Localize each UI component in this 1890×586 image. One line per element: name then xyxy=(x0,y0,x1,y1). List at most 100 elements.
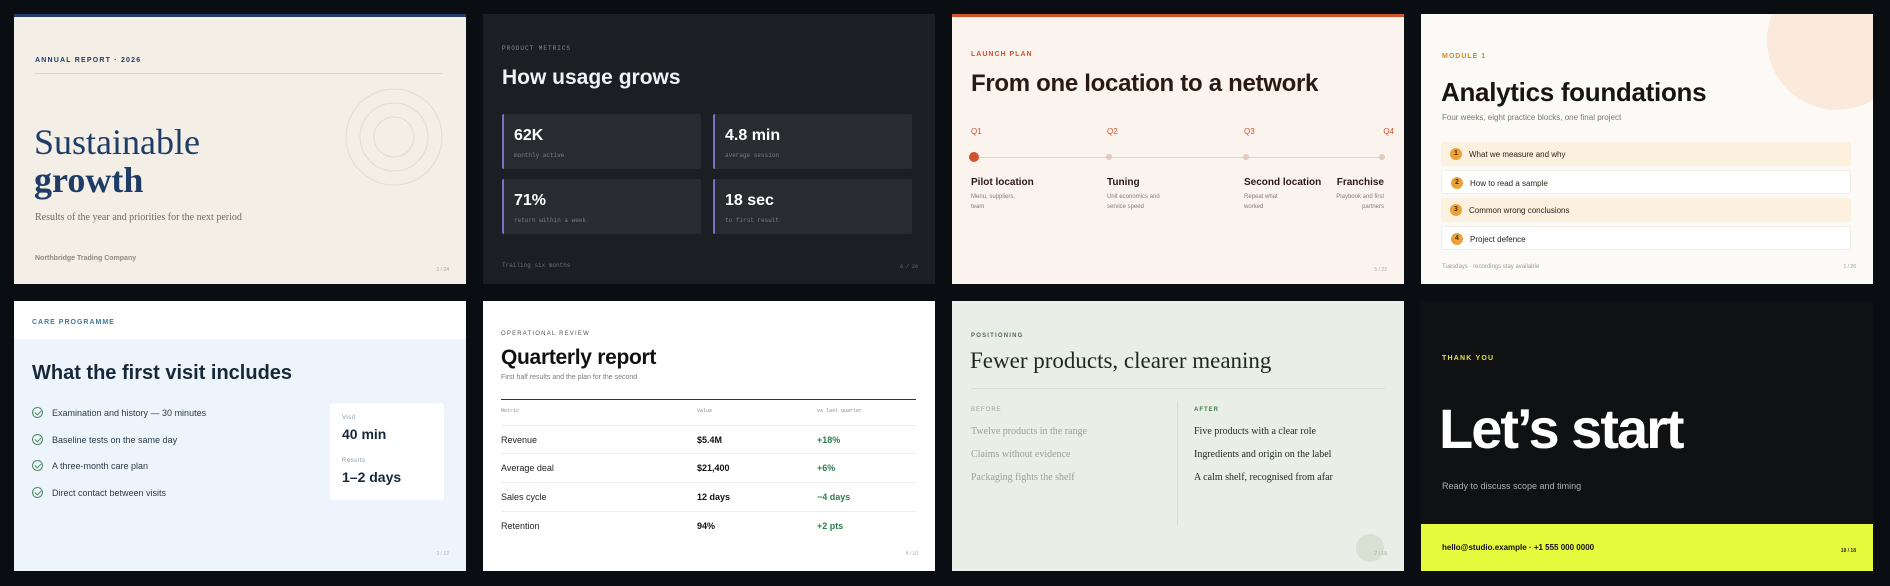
table-cell: +18% xyxy=(817,435,841,445)
table-cell: +2 pts xyxy=(817,521,844,531)
slide-eyebrow: POSITIONING xyxy=(971,333,1024,339)
page-number: 1 / 20 xyxy=(1843,264,1856,270)
page-number: 4 / 16 xyxy=(905,551,918,557)
slide-title-line2: growth xyxy=(34,160,144,200)
table-cell: −4 days xyxy=(817,492,851,502)
check-icon xyxy=(32,487,43,498)
table-cell: Sales cycle xyxy=(501,492,547,502)
table-cell: $21,400 xyxy=(697,463,730,473)
slide-product-metrics[interactable]: PRODUCT METRICS How usage grows 62K mont… xyxy=(483,14,935,284)
before-item: Packaging fights the shelf xyxy=(971,472,1075,483)
step-desc: Menu, suppliers, xyxy=(971,194,1016,200)
metric-card: 18 sec to first result xyxy=(713,179,912,234)
slide-positioning[interactable]: POSITIONING Fewer products, clearer mean… xyxy=(952,301,1404,571)
metric-value: 18 sec xyxy=(725,192,774,209)
table-header: Value xyxy=(697,408,713,414)
slide-care-programme[interactable]: CARE PROGRAMME What the first visit incl… xyxy=(14,301,466,571)
page-number: 1 / 24 xyxy=(436,267,449,273)
quarter-label: Q4 xyxy=(1383,127,1394,136)
module-item[interactable]: 2 How to read a sample xyxy=(1441,170,1851,194)
circle-decoration xyxy=(1356,534,1384,562)
slide-subtitle: Four weeks, eight practice blocks, one f… xyxy=(1442,113,1622,122)
info-value: 1–2 days xyxy=(342,469,402,485)
slide-eyebrow: MODULE 1 xyxy=(1442,53,1487,60)
table-header: Metric xyxy=(501,408,520,414)
table-header: vs last quarter xyxy=(817,408,863,414)
column-divider xyxy=(1177,401,1178,525)
slide-title-line1: Sustainable xyxy=(34,122,200,162)
slide-subtitle: Results of the year and priorities for t… xyxy=(35,212,242,223)
contact-bar: hello@studio.example · +1 555 000 0000 1… xyxy=(1421,524,1873,571)
metric-value: 4.8 min xyxy=(725,127,781,144)
divider xyxy=(35,73,443,74)
check-icon xyxy=(32,407,43,418)
step-desc: service speed xyxy=(1107,204,1145,210)
page-number: 18 / 18 xyxy=(1840,548,1856,554)
table-cell: +6% xyxy=(817,463,836,473)
step-desc: team xyxy=(971,204,985,210)
row-divider xyxy=(501,425,916,426)
step-desc: Repeat what xyxy=(1244,194,1278,200)
module-number: 4 xyxy=(1451,233,1463,245)
slide-eyebrow: THANK YOU xyxy=(1442,355,1495,362)
concentric-circles-decoration xyxy=(345,88,443,186)
care-item: Direct contact between visits xyxy=(52,488,167,498)
metric-label: monthly active xyxy=(514,152,565,159)
slide-launch-plan[interactable]: LAUNCH PLAN From one location to a netwo… xyxy=(952,14,1404,284)
row-divider xyxy=(501,511,916,512)
module-item[interactable]: 3 Common wrong conclusions xyxy=(1441,198,1851,222)
info-label: Visit xyxy=(342,415,356,421)
slide-title: What the first visit includes xyxy=(32,362,293,384)
step-title: Tuning xyxy=(1107,177,1140,188)
module-number: 1 xyxy=(1450,148,1462,160)
column-label-before: BEFORE xyxy=(971,407,1002,413)
slide-subtitle: First half results and the plan for the … xyxy=(501,374,638,381)
step-title: Franchise xyxy=(1336,177,1384,188)
slide-eyebrow: OPERATIONAL REVIEW xyxy=(501,331,590,337)
table-cell: Average deal xyxy=(501,463,554,473)
check-icon xyxy=(32,460,43,471)
slide-title: Quarterly report xyxy=(501,346,657,369)
timeline-dot-active xyxy=(969,152,979,162)
after-item: Ingredients and origin on the label xyxy=(1194,449,1332,460)
page-number: 5 / 22 xyxy=(1374,267,1387,273)
step-desc: worked xyxy=(1244,204,1264,210)
module-label: Common wrong conclusions xyxy=(1469,206,1570,215)
timeline-line xyxy=(974,157,1382,158)
care-item: Examination and history — 30 minutes xyxy=(52,408,207,418)
slide-annual-report[interactable]: ANNUAL REPORT · 2026 Sustainable growth … xyxy=(14,14,466,284)
module-item[interactable]: 1 What we measure and why xyxy=(1441,142,1851,166)
circle-decoration xyxy=(1767,14,1873,110)
timeline-dot xyxy=(1243,154,1249,160)
quarter-label: Q2 xyxy=(1107,127,1118,136)
step-desc: Unit economics and xyxy=(1107,194,1160,200)
divider xyxy=(971,388,1385,389)
slide-quarterly-report[interactable]: OPERATIONAL REVIEW Quarterly report Firs… xyxy=(483,301,935,571)
slide-eyebrow: PRODUCT METRICS xyxy=(502,45,572,52)
module-item[interactable]: 4 Project defence xyxy=(1441,226,1851,250)
module-label: What we measure and why xyxy=(1469,150,1566,159)
metric-value: 62K xyxy=(514,127,544,144)
slide-analytics-foundations[interactable]: MODULE 1 Analytics foundations Four week… xyxy=(1421,14,1873,284)
row-divider xyxy=(501,453,916,454)
metric-label: average session xyxy=(725,152,780,159)
company-name: Northbridge Trading Company xyxy=(35,255,137,262)
contact-info[interactable]: hello@studio.example · +1 555 000 0000 xyxy=(1442,543,1594,552)
info-card: Visit 40 min Results 1–2 days xyxy=(330,403,444,500)
slide-title: How usage grows xyxy=(502,66,681,89)
metric-label: to first result xyxy=(725,217,780,224)
quarter-label: Q3 xyxy=(1244,127,1255,136)
metric-value: 71% xyxy=(514,192,547,209)
quarter-label: Q1 xyxy=(971,127,982,136)
module-label: Project defence xyxy=(1470,235,1526,244)
before-item: Claims without evidence xyxy=(971,449,1071,460)
timeline-dot xyxy=(1106,154,1112,160)
metric-card: 4.8 min average session xyxy=(713,114,912,169)
slide-eyebrow: LAUNCH PLAN xyxy=(971,51,1033,58)
slide-thank-you[interactable]: THANK YOU Let’s start Ready to discuss s… xyxy=(1421,301,1873,571)
check-icon xyxy=(32,434,43,445)
slide-footer: Tuesdays · recordings stay available xyxy=(1442,264,1540,270)
table-cell: 12 days xyxy=(697,492,731,502)
after-item: A calm shelf, recognised from afar xyxy=(1194,472,1333,483)
metric-card: 71% return within a week xyxy=(502,179,701,234)
